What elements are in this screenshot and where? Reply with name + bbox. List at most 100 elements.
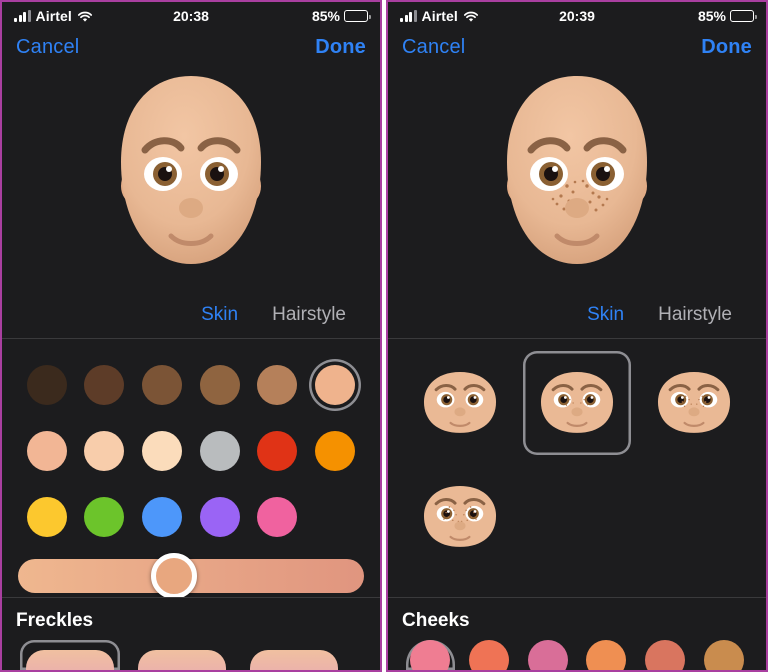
status-bar: Airtel 20:39 85%: [388, 2, 766, 30]
tab-skin[interactable]: Skin: [587, 304, 624, 326]
skin-swatch-peach[interactable]: [21, 425, 73, 477]
memoji-preview[interactable]: [388, 64, 766, 292]
freckles-option-light[interactable]: [523, 351, 630, 455]
skin-swatch-red[interactable]: [251, 425, 303, 477]
cheek-color-fill: [527, 640, 568, 670]
carrier-label: Airtel: [421, 8, 458, 24]
battery-icon: [730, 10, 757, 22]
cheek-rose[interactable]: [523, 640, 572, 670]
cheeks-sheet: Cheeks: [388, 597, 766, 670]
skin-swatch-gray[interactable]: [194, 425, 246, 477]
cheek-color-fill: [703, 640, 744, 670]
wifi-icon: [463, 10, 479, 22]
skin-swatch-yellow[interactable]: [21, 491, 73, 543]
tab-bar: Skin Hairstyle: [2, 292, 380, 338]
skin-swatch-orange[interactable]: [309, 425, 361, 477]
swatch-fill: [315, 431, 356, 471]
screenshot-stage: Airtel 20:38 85% Cancel Done Skin Hairst…: [0, 0, 768, 672]
swatch-fill: [199, 431, 240, 471]
freckles-sheet: Freckles: [2, 597, 380, 670]
swatch-fill: [26, 431, 67, 471]
skin-swatch-purple[interactable]: [194, 491, 246, 543]
cheeks-section-title: Cheeks: [402, 610, 470, 631]
cheek-salmon[interactable]: [641, 640, 690, 670]
skin-swatch-grid: [18, 353, 364, 543]
status-bar: Airtel 20:38 85%: [2, 2, 380, 30]
swatch-fill: [26, 497, 67, 537]
freckles-option-strip: [2, 640, 380, 670]
cheek-pink[interactable]: [406, 640, 455, 670]
navigation-bar: Cancel Done: [2, 30, 380, 64]
cheek-color-fill: [586, 640, 627, 670]
skin-swatch-pink[interactable]: [251, 491, 303, 543]
skin-swatch-green[interactable]: [78, 491, 130, 543]
tab-bar: Skin Hairstyle: [388, 292, 766, 338]
battery-percent-label: 85%: [311, 8, 340, 24]
cheek-orange[interactable]: [582, 640, 631, 670]
freckles-none[interactable]: [20, 640, 120, 670]
slider-thumb[interactable]: [150, 553, 197, 599]
swatch-fill: [84, 497, 125, 537]
freckles-option-grid: [388, 339, 766, 569]
status-right-group: 85%: [697, 8, 757, 24]
freckles-light[interactable]: [132, 640, 232, 670]
cancel-button[interactable]: Cancel: [16, 36, 79, 59]
swatch-fill: [315, 365, 356, 405]
status-right-group: 85%: [311, 8, 371, 24]
phone-panel-left: Airtel 20:38 85% Cancel Done Skin Hairst…: [0, 0, 382, 672]
skin-color-section: [2, 339, 380, 543]
swatch-fill: [257, 365, 298, 405]
cellular-bars-icon: [400, 10, 417, 22]
tab-hairstyle[interactable]: Hairstyle: [272, 304, 346, 326]
swatch-fill: [142, 497, 183, 537]
tab-skin[interactable]: Skin: [201, 304, 238, 326]
cheek-coral[interactable]: [465, 640, 514, 670]
cheek-color-fill: [410, 640, 451, 670]
cancel-button[interactable]: Cancel: [402, 36, 465, 59]
swatch-fill: [26, 365, 67, 405]
freckles-section-title: Freckles: [16, 610, 94, 631]
navigation-bar: Cancel Done: [388, 30, 766, 64]
skin-swatch-pale-cream[interactable]: [136, 425, 188, 477]
tab-hairstyle[interactable]: Hairstyle: [658, 304, 732, 326]
freckles-option-medium[interactable]: [641, 351, 748, 455]
swatch-fill: [142, 431, 183, 471]
phone-panel-right: Airtel 20:39 85% Cancel Done Skin Hairst…: [386, 0, 768, 672]
skin-swatch-dark-brown[interactable]: [78, 359, 130, 411]
done-button[interactable]: Done: [701, 36, 752, 59]
done-button[interactable]: Done: [315, 36, 366, 59]
cheek-tan[interactable]: [699, 640, 748, 670]
status-left-group: Airtel: [400, 8, 479, 24]
freckles-option-heavy[interactable]: [406, 465, 513, 569]
swatch-fill: [199, 365, 240, 405]
cheek-color-fill: [645, 640, 686, 670]
freckles-medium[interactable]: [244, 640, 344, 670]
skin-tone-slider[interactable]: [18, 553, 364, 599]
swatch-fill: [257, 431, 298, 471]
cheeks-color-strip: [388, 640, 766, 670]
skin-swatch-light-tan[interactable]: [309, 359, 361, 411]
carrier-label: Airtel: [35, 8, 72, 24]
status-left-group: Airtel: [14, 8, 93, 24]
memoji-preview[interactable]: [2, 64, 380, 292]
swatch-fill: [257, 497, 298, 537]
swatch-fill: [84, 431, 125, 471]
memoji-face-freckled: [507, 76, 647, 264]
cheek-color-fill: [469, 640, 509, 670]
skin-swatch-tan-brown[interactable]: [251, 359, 303, 411]
battery-icon: [344, 10, 371, 22]
skin-swatch-medium-brown[interactable]: [136, 359, 188, 411]
skin-swatch-brown[interactable]: [194, 359, 246, 411]
skin-swatch-blue[interactable]: [136, 491, 188, 543]
swatch-fill: [84, 365, 125, 405]
wifi-icon: [77, 10, 93, 22]
skin-swatch-light-peach[interactable]: [78, 425, 130, 477]
swatch-fill: [142, 365, 183, 405]
battery-percent-label: 85%: [697, 8, 726, 24]
freckles-option-none[interactable]: [406, 351, 513, 455]
skin-swatch-very-dark-brown[interactable]: [21, 359, 73, 411]
swatch-fill: [199, 497, 240, 537]
skin-tone-slider-zone: [2, 543, 380, 601]
memoji-face-plain: [121, 76, 261, 264]
cellular-bars-icon: [14, 10, 31, 22]
